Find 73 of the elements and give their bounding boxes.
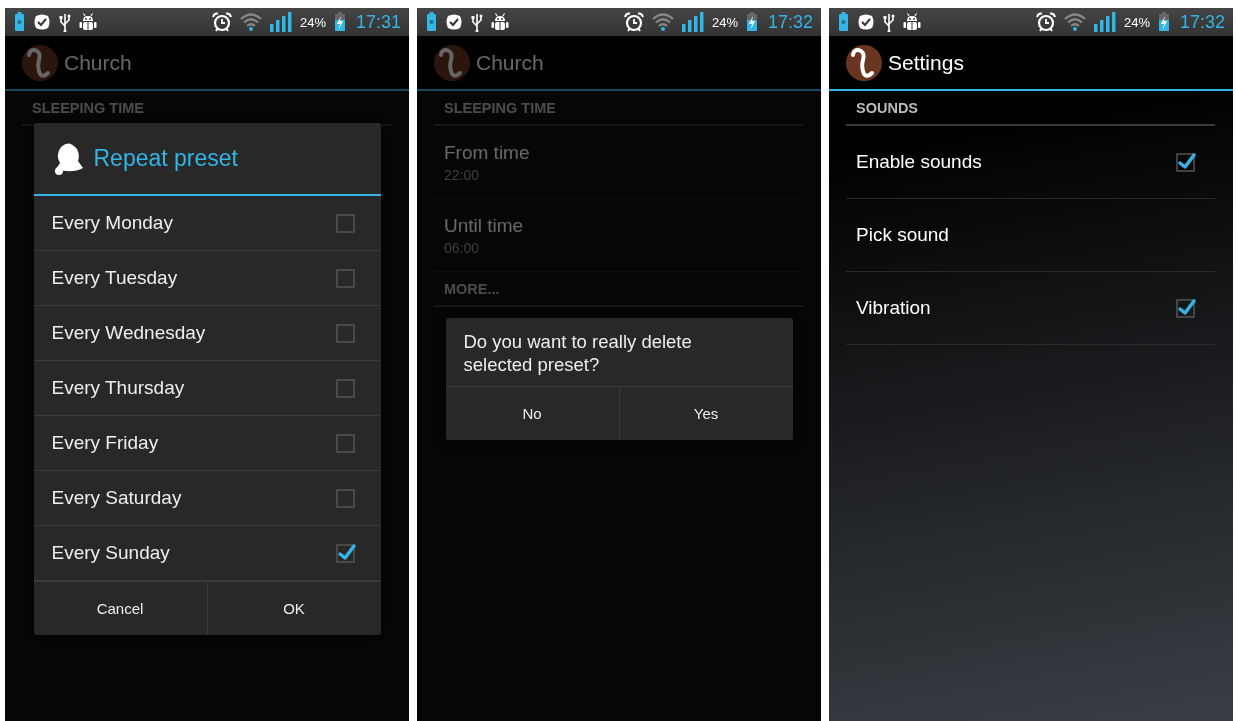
checkbox-icon[interactable]	[334, 431, 357, 454]
section-header: SLEEPING TIME	[434, 91, 803, 126]
battery-percent: 24%	[1123, 14, 1150, 30]
usb-icon	[471, 12, 483, 32]
signal-bars-icon	[269, 12, 292, 32]
screen-title: Church	[476, 50, 544, 75]
bug-icon	[903, 13, 921, 31]
battery-percent: 24%	[711, 14, 738, 30]
day-option[interactable]: Every Friday	[33, 415, 381, 471]
clock-time: 17:32	[767, 11, 813, 33]
checked-checkbox-icon[interactable]	[1175, 151, 1197, 173]
day-label: Every Wednesday	[51, 321, 206, 344]
day-label: Every Friday	[51, 431, 159, 454]
day-option[interactable]: Every Wednesday	[33, 305, 381, 361]
dialog-message: Do you want to really delete selected preset?	[462, 329, 693, 377]
app-logo-icon	[844, 42, 884, 83]
day-label: Every Sunday	[51, 541, 170, 564]
day-option[interactable]: Every Monday	[33, 195, 381, 251]
alarm-clock-icon	[1035, 12, 1056, 32]
section-header: SOUNDS	[846, 91, 1215, 126]
preference-row[interactable]: Vibration	[846, 272, 1215, 345]
clock-time: 17:32	[1179, 11, 1225, 33]
preference-title: Until time	[444, 214, 524, 237]
checkbox-icon[interactable]	[334, 266, 357, 289]
day-label: Every Tuesday	[51, 266, 178, 289]
usb-icon	[59, 12, 71, 32]
signal-bars-icon	[1093, 12, 1116, 32]
battery-icon	[14, 12, 25, 32]
checkbox-icon[interactable]	[334, 211, 357, 234]
dialog-button[interactable]: No	[445, 386, 619, 440]
checkbox-icon[interactable]	[334, 376, 357, 399]
clock-time: 17:31	[355, 11, 401, 33]
preference-title: Enable sounds	[856, 151, 982, 173]
battery-charging-icon	[745, 12, 758, 32]
day-label: Every Saturday	[51, 486, 182, 509]
preference-title: Vibration	[856, 297, 931, 319]
usb-icon	[883, 12, 895, 32]
dialog-button[interactable]: Yes	[618, 386, 793, 440]
checkbox-icon[interactable]	[334, 321, 357, 344]
day-label: Every Thursday	[51, 376, 185, 399]
dialog-button[interactable]: OK	[206, 581, 381, 635]
battery-icon	[838, 12, 849, 32]
preference-row[interactable]: Pick sound	[846, 199, 1215, 272]
wifi-icon	[1063, 13, 1086, 31]
wifi-icon	[651, 13, 674, 31]
preference-row[interactable]: Enable sounds	[846, 126, 1215, 199]
day-option[interactable]: Every Thursday	[33, 360, 381, 416]
day-option[interactable]: Every Tuesday	[33, 250, 381, 306]
day-option[interactable]: Every Sunday	[33, 525, 381, 581]
battery-charging-icon	[333, 12, 346, 32]
dialog-button[interactable]: Cancel	[33, 581, 207, 635]
screen-title: Settings	[888, 50, 964, 75]
alarm-clock-icon	[211, 12, 232, 32]
checkbox-icon[interactable]	[334, 486, 357, 509]
dialog-title: Repeat preset	[93, 144, 238, 172]
battery-icon	[426, 12, 437, 32]
battery-charging-icon	[1157, 12, 1170, 32]
day-label: Every Monday	[51, 211, 173, 234]
checked-checkbox-icon[interactable]	[1175, 297, 1197, 319]
alarm-clock-icon	[623, 12, 644, 32]
screen-title: Church	[64, 50, 132, 75]
section-header: MORE...	[434, 272, 803, 307]
app-logo-icon	[20, 42, 60, 83]
preference-title: From time	[444, 141, 530, 164]
bug-icon	[79, 13, 97, 31]
checked-checkbox-icon[interactable]	[334, 541, 357, 564]
wifi-icon	[239, 13, 262, 31]
day-option[interactable]: Every Saturday	[33, 470, 381, 526]
app-logo-icon	[432, 42, 472, 83]
preference-title: Pick sound	[856, 224, 949, 246]
signal-bars-icon	[681, 12, 704, 32]
battery-percent: 24%	[299, 14, 326, 30]
bug-icon	[491, 13, 509, 31]
